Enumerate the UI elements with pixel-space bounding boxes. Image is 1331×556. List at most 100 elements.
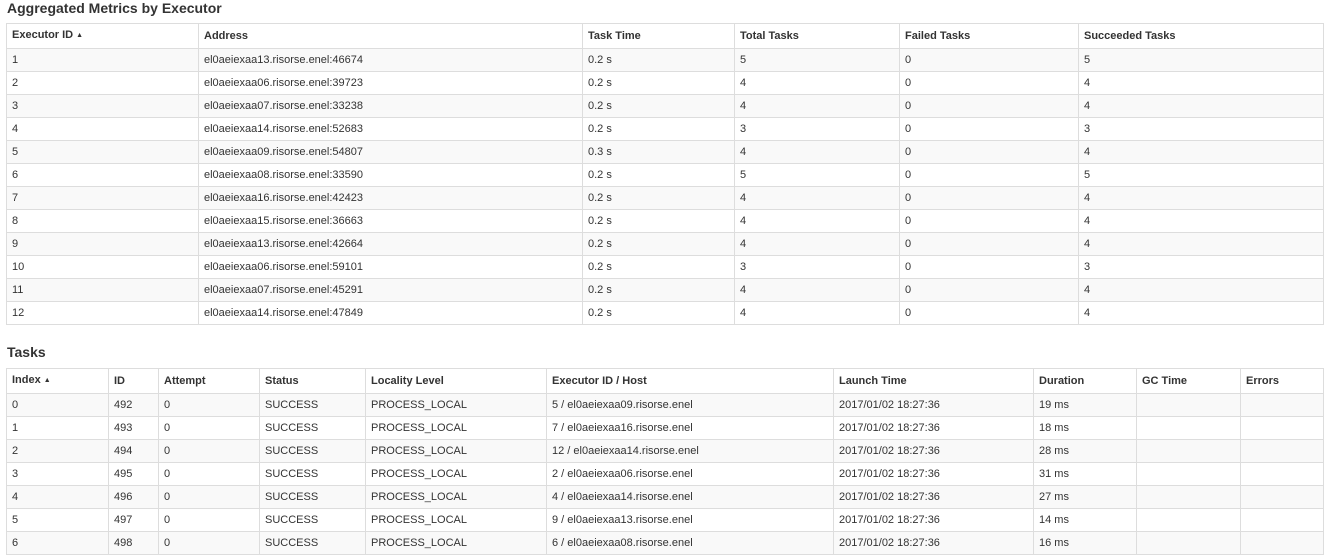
column-header-index[interactable]: Index ▲ xyxy=(6,368,109,394)
column-header-executor-host[interactable]: Executor ID / Host xyxy=(546,368,834,394)
column-header-duration[interactable]: Duration xyxy=(1033,368,1137,394)
aggregated-metrics-title: Aggregated Metrics by Executor xyxy=(7,0,222,16)
column-header-address[interactable]: Address xyxy=(198,23,583,49)
table-cell: el0aeiexaa14.risorse.enel:47849 xyxy=(198,301,583,325)
table-cell: 2017/01/02 18:27:36 xyxy=(833,416,1034,440)
table-cell: 0 xyxy=(899,94,1079,118)
table-row: 1 493 0 SUCCESS PROCESS_LOCAL 7 / el0aeiexaa1… xyxy=(6,416,1324,440)
table-cell: 0 xyxy=(899,71,1079,95)
column-header-attempt[interactable]: Attempt xyxy=(158,368,260,394)
table-cell: 4 xyxy=(1078,301,1324,325)
table-cell: 28 ms xyxy=(1033,439,1137,463)
column-header-errors[interactable]: Errors xyxy=(1240,368,1324,394)
table-cell: 0.2 s xyxy=(582,163,735,187)
table-cell: el0aeiexaa16.risorse.enel:42423 xyxy=(198,186,583,210)
column-header-label: Index xyxy=(12,374,41,386)
table-cell: 7 xyxy=(6,186,199,210)
column-header-label: Executor ID xyxy=(12,29,74,41)
table-cell: 5 / el0aeiexaa09.risorse.enel xyxy=(546,393,834,417)
table-cell xyxy=(1136,531,1241,555)
table-cell: 3 xyxy=(1078,255,1324,279)
table-cell: 495 xyxy=(108,462,159,486)
table-cell: PROCESS_LOCAL xyxy=(365,439,547,463)
table-cell: SUCCESS xyxy=(259,531,366,555)
table-cell: 2017/01/02 18:27:36 xyxy=(833,439,1034,463)
table-cell: 0.2 s xyxy=(582,117,735,141)
table-row: 4 496 0 SUCCESS PROCESS_LOCAL 4 / el0aeiexaa1… xyxy=(6,485,1324,509)
table-cell: 4 xyxy=(734,209,900,233)
column-header-executor-id[interactable]: Executor ID ▲ xyxy=(6,23,199,49)
column-header-total-tasks[interactable]: Total Tasks xyxy=(734,23,900,49)
table-row: 2 494 0 SUCCESS PROCESS_LOCAL 12 / el0aeiexaa… xyxy=(6,439,1324,463)
table-cell: PROCESS_LOCAL xyxy=(365,393,547,417)
table-cell: 2 xyxy=(6,71,199,95)
table-cell: 0 xyxy=(899,232,1079,256)
table-cell: SUCCESS xyxy=(259,393,366,417)
table-cell: 0.2 s xyxy=(582,94,735,118)
table-cell: 31 ms xyxy=(1033,462,1137,486)
table-row: 10 el0aeiexaa06.risorse.enel:59101 0.2 s30… xyxy=(6,255,1324,279)
table-cell: el0aeiexaa07.risorse.enel:33238 xyxy=(198,94,583,118)
table-cell: 494 xyxy=(108,439,159,463)
table-header-row: Index ▲ ID Attempt Status Locality Level … xyxy=(6,368,1324,394)
table-row: 5 497 0 SUCCESS PROCESS_LOCAL 9 / el0aeiexaa1… xyxy=(6,508,1324,532)
column-header-launch-time[interactable]: Launch Time xyxy=(833,368,1034,394)
column-header-id[interactable]: ID xyxy=(108,368,159,394)
table-cell: 2 / el0aeiexaa06.risorse.enel xyxy=(546,462,834,486)
table-cell xyxy=(1136,462,1241,486)
table-cell: el0aeiexaa08.risorse.enel:33590 xyxy=(198,163,583,187)
table-row: 7 el0aeiexaa16.risorse.enel:42423 0.2 s404 xyxy=(6,186,1324,210)
table-cell: 0 xyxy=(899,186,1079,210)
table-cell: 4 xyxy=(1078,140,1324,164)
table-cell: el0aeiexaa15.risorse.enel:36663 xyxy=(198,209,583,233)
table-cell: 3 xyxy=(734,117,900,141)
table-cell: 2017/01/02 18:27:36 xyxy=(833,508,1034,532)
sort-ascending-icon: ▲ xyxy=(43,377,51,384)
table-cell: 4 xyxy=(734,232,900,256)
table-cell xyxy=(1240,416,1324,440)
table-cell: el0aeiexaa07.risorse.enel:45291 xyxy=(198,278,583,302)
table-cell: 2 xyxy=(6,439,109,463)
table-cell xyxy=(1240,393,1324,417)
table-row: 3 495 0 SUCCESS PROCESS_LOCAL 2 / el0aeiexaa0… xyxy=(6,462,1324,486)
table-cell: 498 xyxy=(108,531,159,555)
table-cell: 10 xyxy=(6,255,199,279)
table-cell: 4 xyxy=(1078,186,1324,210)
table-row: 6 498 0 SUCCESS PROCESS_LOCAL 6 / el0aeiexaa0… xyxy=(6,531,1324,555)
table-cell: 3 xyxy=(734,255,900,279)
table-cell: el0aeiexaa13.risorse.enel:42664 xyxy=(198,232,583,256)
table-cell: 11 xyxy=(6,278,199,302)
table-cell: 7 / el0aeiexaa16.risorse.enel xyxy=(546,416,834,440)
table-cell: SUCCESS xyxy=(259,416,366,440)
table-cell: 12 xyxy=(6,301,199,325)
table-cell: el0aeiexaa14.risorse.enel:52683 xyxy=(198,117,583,141)
column-header-status[interactable]: Status xyxy=(259,368,366,394)
table-cell: 4 / el0aeiexaa14.risorse.enel xyxy=(546,485,834,509)
table-cell: 0 xyxy=(158,485,260,509)
table-cell: 0 xyxy=(899,48,1079,72)
table-cell xyxy=(1136,416,1241,440)
table-cell: 4 xyxy=(734,140,900,164)
table-cell: 9 / el0aeiexaa13.risorse.enel xyxy=(546,508,834,532)
table-cell xyxy=(1240,508,1324,532)
column-header-failed-tasks[interactable]: Failed Tasks xyxy=(899,23,1079,49)
column-header-gc-time[interactable]: GC Time xyxy=(1136,368,1241,394)
column-header-succeeded-tasks[interactable]: Succeeded Tasks xyxy=(1078,23,1324,49)
table-cell: 2017/01/02 18:27:36 xyxy=(833,393,1034,417)
table-row: 0 492 0 SUCCESS PROCESS_LOCAL 5 / el0aeiexaa0… xyxy=(6,393,1324,417)
table-cell: PROCESS_LOCAL xyxy=(365,416,547,440)
table-cell: 496 xyxy=(108,485,159,509)
column-header-locality-level[interactable]: Locality Level xyxy=(365,368,547,394)
table-cell: el0aeiexaa13.risorse.enel:46674 xyxy=(198,48,583,72)
table-header-row: Executor ID ▲ Address Task Time Total Tas… xyxy=(6,23,1324,49)
table-cell: 492 xyxy=(108,393,159,417)
table-row: 1 el0aeiexaa13.risorse.enel:46674 0.2 s505 xyxy=(6,48,1324,72)
table-cell: 4 xyxy=(1078,94,1324,118)
table-cell: 4 xyxy=(1078,232,1324,256)
table-cell: SUCCESS xyxy=(259,462,366,486)
column-header-task-time[interactable]: Task Time xyxy=(582,23,735,49)
table-cell: 3 xyxy=(6,94,199,118)
table-cell: 0 xyxy=(158,462,260,486)
table-cell xyxy=(1240,485,1324,509)
table-cell: 0 xyxy=(899,278,1079,302)
